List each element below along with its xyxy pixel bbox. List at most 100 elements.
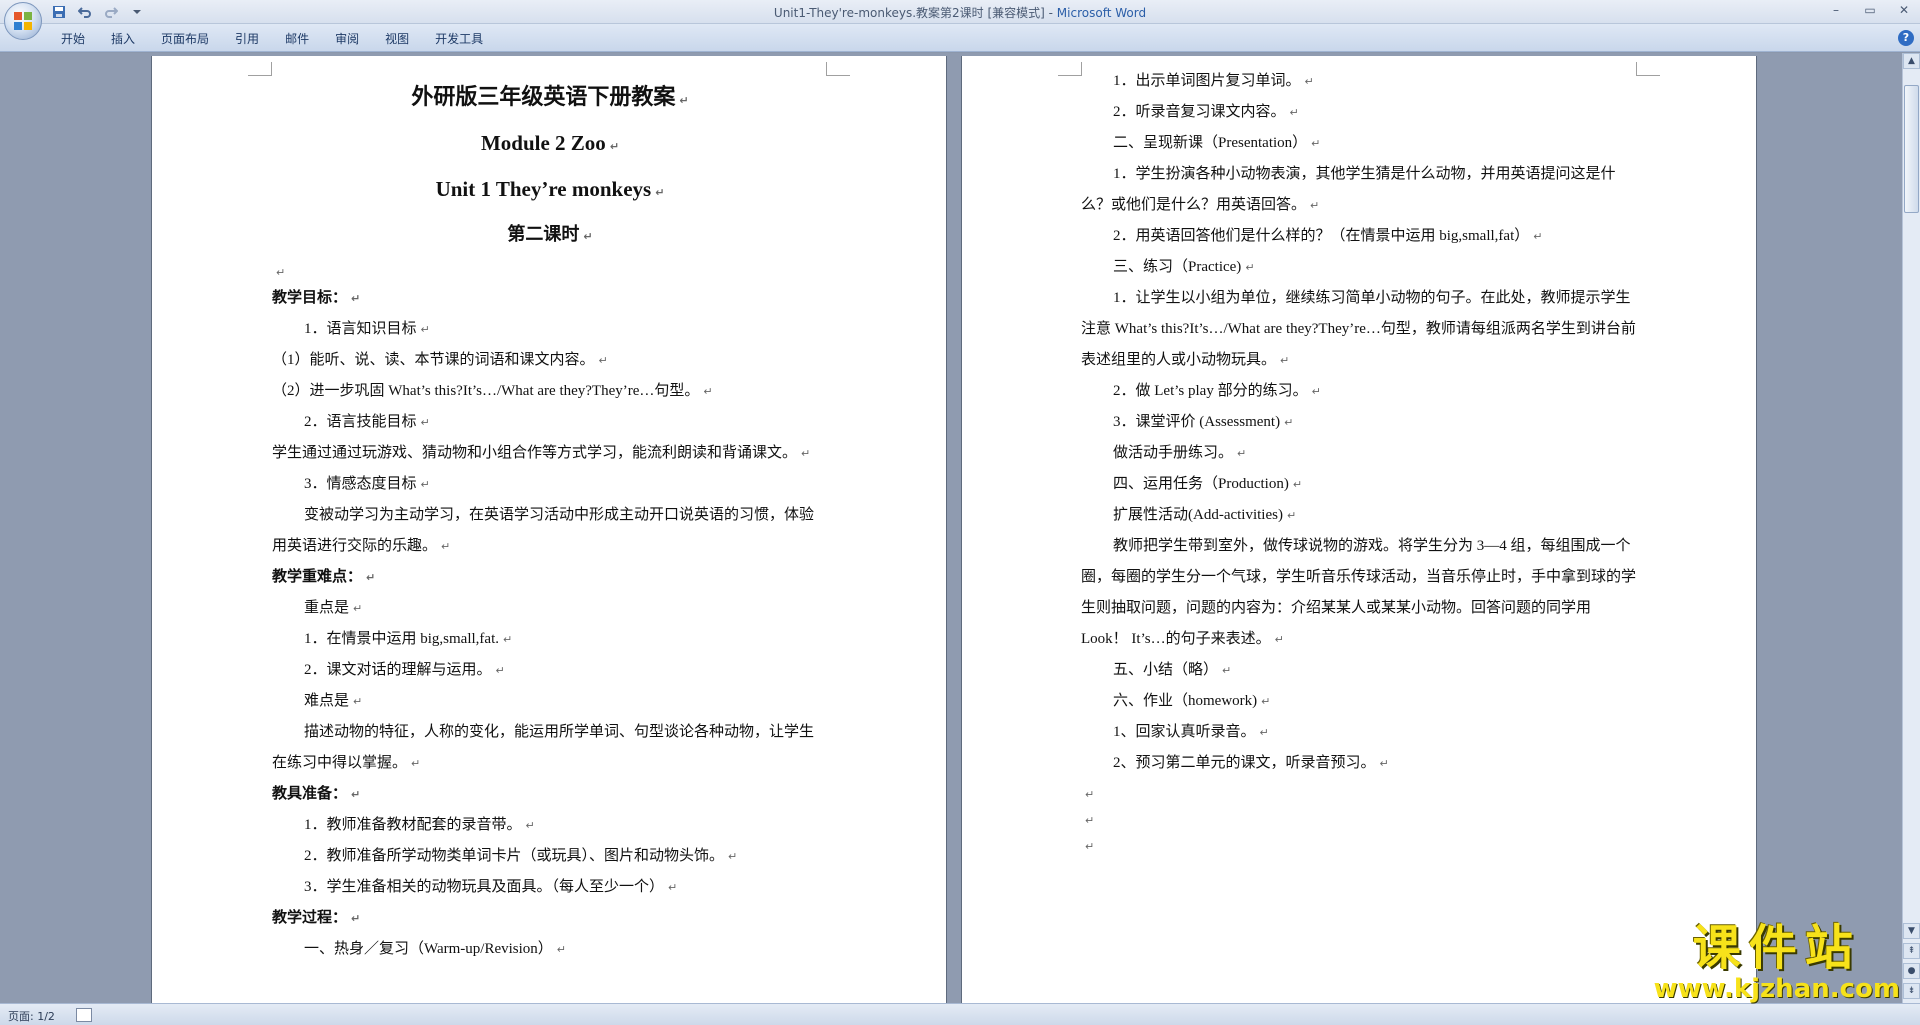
paragraph-text: 2．听录音复习课文内容。 bbox=[1113, 104, 1286, 120]
document-name: Unit1-They're-monkeys.教案第2课时 [兼容模式] - bbox=[773, 6, 1057, 20]
paragraph-text: 1．让学生以小组为单位，继续练习简单小动物的句子。在此处，教师提示学生注意 Wh… bbox=[1081, 290, 1636, 368]
next-page-icon[interactable]: ⇟ bbox=[1903, 983, 1920, 999]
paragraph: 3．情感态度目标 ↵ bbox=[272, 469, 828, 500]
paragraph-text: 2．语言技能目标 bbox=[304, 414, 417, 430]
paragraph-text: 教具准备： bbox=[272, 786, 348, 802]
paragraph-text: 教学过程： bbox=[272, 910, 348, 926]
paragraph-text: 1．在情景中运用 big,small,fat. bbox=[304, 631, 499, 647]
paragraph-mark-icon: ↵ bbox=[1311, 385, 1321, 398]
paragraph-mark-icon: ↵ bbox=[1379, 757, 1389, 770]
tab-developer[interactable]: 开发工具 bbox=[422, 30, 496, 48]
page-count[interactable]: 页面: 1/2 bbox=[8, 1008, 55, 1024]
minimize-icon[interactable]: – bbox=[1826, 2, 1846, 18]
paragraph: 3．学生准备相关的动物玩具及面具。（每人至少一个） ↵ bbox=[272, 872, 828, 903]
paragraph-text: 1．语言知识目标 bbox=[304, 321, 417, 337]
paragraph: 教学重难点： ↵ bbox=[272, 562, 828, 593]
paragraph-mark-icon: ↵ bbox=[703, 385, 713, 398]
select-browse-object-icon[interactable]: ● bbox=[1903, 963, 1920, 979]
paragraph-mark-icon: ↵ bbox=[1280, 354, 1290, 367]
paragraph: 1．让学生以小组为单位，继续练习简单小动物的句子。在此处，教师提示学生注意 Wh… bbox=[1081, 283, 1637, 376]
paragraph-mark-icon: ↵ bbox=[351, 292, 361, 305]
paragraph: 难点是 ↵ bbox=[272, 686, 828, 717]
paragraph-mark-icon: ↵ bbox=[420, 416, 430, 429]
paragraph-text: 3．课堂评价 (Assessment) bbox=[1113, 414, 1281, 430]
paragraph: 1．在情景中运用 big,small,fat. ↵ bbox=[272, 624, 828, 655]
paragraph-text: 1．出示单词图片复习单词。 bbox=[1113, 73, 1301, 89]
office-button[interactable] bbox=[4, 2, 42, 40]
scroll-up-icon[interactable]: ▲ bbox=[1903, 53, 1920, 69]
paragraph-mark-icon: ↵ bbox=[351, 788, 361, 801]
paragraph-text: 做活动手册练习。 bbox=[1113, 445, 1234, 461]
paragraph-mark-icon: ↵ bbox=[1259, 726, 1269, 739]
paragraph: 学生通过通过玩游戏、猜动物和小组合作等方式学习，能流利朗读和背诵课文。 ↵ bbox=[272, 438, 828, 469]
crop-mark bbox=[1058, 62, 1082, 76]
paragraph: 2．课文对话的理解与运用。 ↵ bbox=[272, 655, 828, 686]
paragraph: 2．听录音复习课文内容。 ↵ bbox=[1081, 97, 1637, 128]
paragraph-text: 1．学生扮演各种小动物表演，其他学生猜是什么动物，并用英语提问这是什么？或他们是… bbox=[1081, 166, 1616, 213]
paragraph-text: 难点是 bbox=[304, 693, 350, 709]
page-1[interactable]: 外研版三年级英语下册教案 ↵ Module 2 Zoo ↵ Unit 1 They’… bbox=[152, 56, 946, 1003]
document-area[interactable]: 外研版三年级英语下册教案 ↵ Module 2 Zoo ↵ Unit 1 They’… bbox=[0, 53, 1902, 1003]
tab-insert[interactable]: 插入 bbox=[98, 30, 148, 48]
paragraph: 四、运用任务（Production) ↵ bbox=[1081, 469, 1637, 500]
ribbon: 开始 插入 页面布局 引用 邮件 审阅 视图 开发工具 ? bbox=[0, 24, 1920, 52]
app-name: Microsoft Word bbox=[1056, 6, 1147, 20]
scroll-thumb[interactable] bbox=[1904, 85, 1919, 213]
paragraph: 2．教师准备所学动物类单词卡片（或玩具）、图片和动物头饰。 ↵ bbox=[272, 841, 828, 872]
tab-view[interactable]: 视图 bbox=[372, 30, 422, 48]
paragraph: 3．课堂评价 (Assessment) ↵ bbox=[1081, 407, 1637, 438]
document-title: 外研版三年级英语下册教案 ↵ bbox=[411, 84, 689, 109]
empty-paragraph: ↵ bbox=[1085, 788, 1095, 801]
macro-record-icon[interactable] bbox=[76, 1008, 92, 1022]
page-2-paragraphs: 1．出示单词图片复习单词。 ↵ 2．听录音复习课文内容。 ↵ 二、呈现新课（Presen… bbox=[1081, 66, 1637, 779]
paragraph-mark-icon: ↵ bbox=[1304, 75, 1314, 88]
paragraph: 五、小结（略） ↵ bbox=[1081, 655, 1637, 686]
crop-mark bbox=[1636, 62, 1660, 76]
maximize-icon[interactable]: ▭ bbox=[1860, 2, 1880, 18]
close-icon[interactable]: ✕ bbox=[1894, 2, 1914, 18]
vertical-scrollbar[interactable]: ▲ ▼ ⇞ ● ⇟ bbox=[1902, 53, 1920, 1003]
help-icon[interactable]: ? bbox=[1898, 30, 1914, 46]
paragraph-mark-icon: ↵ bbox=[503, 633, 513, 646]
crop-mark bbox=[826, 62, 850, 76]
tab-mailings[interactable]: 邮件 bbox=[272, 30, 322, 48]
watermark-title: 课件站 bbox=[1692, 920, 1861, 976]
paragraph-text: 扩展性活动(Add-activities) bbox=[1113, 507, 1283, 523]
scroll-down-icon[interactable]: ▼ bbox=[1903, 923, 1920, 939]
unit-heading: Unit 1 They’re monkeys ↵ bbox=[435, 177, 665, 201]
paragraph-mark-icon: ↵ bbox=[441, 540, 451, 553]
paragraph: （2）进一步巩固 What’s this?It’s…/What are they… bbox=[272, 376, 828, 407]
module-heading: Module 2 Zoo ↵ bbox=[480, 131, 620, 155]
paragraph: 描述动物的特征，人称的变化，能运用所学单词、句型谈论各种动物，让学生在练习中得以… bbox=[272, 717, 828, 779]
paragraph: 教具准备： ↵ bbox=[272, 779, 828, 810]
paragraph: 教学过程： ↵ bbox=[272, 903, 828, 934]
paragraph-mark-icon: ↵ bbox=[351, 912, 361, 925]
paragraph: 三、练习（Practice) ↵ bbox=[1081, 252, 1637, 283]
tab-home[interactable]: 开始 bbox=[48, 30, 98, 48]
paragraph: 2．语言技能目标 ↵ bbox=[272, 407, 828, 438]
tab-references[interactable]: 引用 bbox=[222, 30, 272, 48]
paragraph-mark-icon: ↵ bbox=[353, 695, 363, 708]
previous-page-icon[interactable]: ⇞ bbox=[1903, 943, 1920, 959]
paragraph: 2．做 Let’s play 部分的练习。 ↵ bbox=[1081, 376, 1637, 407]
paragraph-mark-icon: ↵ bbox=[411, 757, 421, 770]
office-logo-icon bbox=[14, 12, 32, 30]
paragraph-mark-icon: ↵ bbox=[1237, 447, 1247, 460]
paragraph: 1．语言知识目标 ↵ bbox=[272, 314, 828, 345]
paragraph-text: 学生通过通过玩游戏、猜动物和小组合作等方式学习，能流利朗读和背诵课文。 bbox=[272, 445, 798, 461]
paragraph-mark-icon: ↵ bbox=[525, 819, 535, 832]
ribbon-tabs: 开始 插入 页面布局 引用 邮件 审阅 视图 开发工具 bbox=[48, 30, 496, 48]
paragraph: 变被动学习为主动学习，在英语学习活动中形成主动开口说英语的习惯，体验用英语进行交… bbox=[272, 500, 828, 562]
page-2[interactable]: 1．出示单词图片复习单词。 ↵ 2．听录音复习课文内容。 ↵ 二、呈现新课（Presen… bbox=[962, 56, 1756, 1003]
paragraph-text: 1．教师准备教材配套的录音带。 bbox=[304, 817, 522, 833]
tab-page-layout[interactable]: 页面布局 bbox=[148, 30, 222, 48]
paragraph-mark-icon: ↵ bbox=[366, 571, 376, 584]
paragraph-mark-icon: ↵ bbox=[1261, 695, 1271, 708]
paragraph: 教师把学生带到室外，做传球说物的游戏。将学生分为 3—4 组，每组围成一个圈，每… bbox=[1081, 531, 1637, 655]
paragraph-mark-icon: ↵ bbox=[1311, 137, 1321, 150]
paragraph-text: 教师把学生带到室外，做传球说物的游戏。将学生分为 3—4 组，每组围成一个圈，每… bbox=[1081, 538, 1637, 647]
page-2-content: 1．出示单词图片复习单词。 ↵ 2．听录音复习课文内容。 ↵ 二、呈现新课（Presen… bbox=[1081, 66, 1637, 853]
tab-review[interactable]: 审阅 bbox=[322, 30, 372, 48]
paragraph-mark-icon: ↵ bbox=[420, 478, 430, 491]
paragraph: 扩展性活动(Add-activities) ↵ bbox=[1081, 500, 1637, 531]
